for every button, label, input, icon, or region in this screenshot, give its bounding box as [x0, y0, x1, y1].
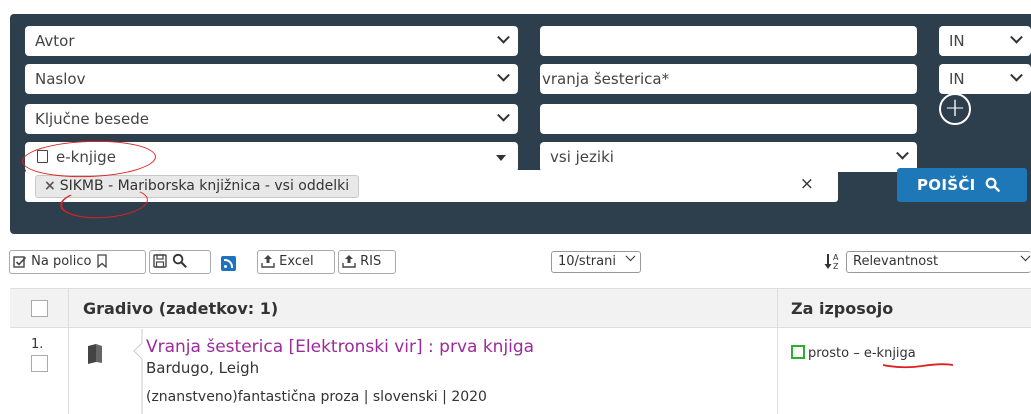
add-row-button[interactable]: +: [939, 93, 971, 125]
upload-icon: [342, 255, 356, 268]
author-name[interactable]: Bardugo, Leigh: [146, 359, 259, 377]
search-icon: [172, 253, 187, 268]
sort-value: Relevantnost: [853, 254, 939, 269]
search-term-input-3[interactable]: [540, 104, 917, 134]
availability-separator: –: [849, 346, 864, 361]
per-page-select[interactable]: 10/strani: [551, 251, 641, 273]
results-table-header: Gradivo (zadetkov: 1) Za izposojo: [10, 288, 1031, 329]
language-select[interactable]: vsi jeziki: [540, 142, 917, 172]
availability-status[interactable]: prosto – e-knjiga: [791, 345, 916, 361]
chevron-down-icon: [1020, 251, 1031, 262]
sort-icon: AZ: [824, 253, 839, 271]
chevron-down-icon: [497, 30, 510, 44]
column-divider: [68, 329, 69, 414]
row-select-checkbox[interactable]: [31, 355, 48, 372]
row-divider-notch: [133, 329, 143, 414]
clear-filter-button[interactable]: ×: [800, 174, 814, 194]
per-page-value: 10/strani: [558, 254, 616, 269]
export-ris-button[interactable]: RIS: [338, 250, 396, 274]
operator-select-2[interactable]: IN: [939, 64, 1031, 94]
upload-icon: [261, 255, 275, 268]
annotation-underline: [882, 363, 954, 369]
column-header-material: Gradivo (zadetkov: 1): [83, 299, 279, 318]
results-toolbar: Na polico Excel RIS 10/strani AZ Relevan…: [0, 250, 1031, 276]
save-icon: [153, 254, 167, 268]
availability-type: e-knjiga: [863, 346, 916, 361]
chevron-down-icon: [625, 251, 636, 262]
export-ris-label: RIS: [360, 254, 382, 269]
availability-label: prosto: [808, 346, 850, 361]
tag-remove-button[interactable]: ×: [44, 178, 56, 194]
field-select-2-value: Naslov: [35, 70, 86, 88]
edit-check-icon: [13, 256, 27, 268]
book-icon: [88, 344, 102, 364]
chevron-down-icon: [497, 108, 510, 122]
search-term-input-1[interactable]: [540, 26, 917, 56]
sort-select[interactable]: Relevantnost: [846, 251, 1031, 273]
row-number: 1.: [31, 337, 44, 352]
field-select-1[interactable]: Avtor: [25, 26, 518, 56]
field-select-2[interactable]: Naslov: [25, 64, 518, 94]
bookmark-icon: [96, 254, 107, 269]
field-select-1-value: Avtor: [35, 32, 75, 50]
column-header-loan: Za izposojo: [791, 299, 894, 318]
save-search-button[interactable]: [149, 250, 211, 274]
search-button[interactable]: POIŠČI: [897, 168, 1027, 202]
search-icon: [985, 177, 1000, 192]
item-metadata: (znanstveno)fantastična proza | slovensk…: [146, 389, 487, 405]
search-term-input-2[interactable]: vranja šesterica*: [540, 64, 917, 94]
column-divider: [777, 289, 778, 329]
chevron-down-icon: [1010, 68, 1023, 82]
available-indicator: [791, 345, 805, 359]
language-value: vsi jeziki: [550, 148, 614, 166]
column-divider: [68, 289, 69, 329]
field-select-3-value: Ključne besede: [35, 110, 149, 128]
chevron-down-icon: [497, 68, 510, 82]
add-to-shelf-button[interactable]: Na polico: [9, 250, 146, 274]
column-divider: [777, 329, 778, 414]
caret-down-icon: [496, 155, 506, 161]
select-all-checkbox[interactable]: [31, 300, 48, 317]
operator-select-1-value: IN: [949, 32, 965, 50]
search-button-label: POIŠČI: [917, 176, 976, 194]
rss-icon[interactable]: [221, 256, 236, 271]
svg-text:A: A: [833, 253, 839, 262]
chevron-down-icon: [896, 146, 909, 160]
add-to-shelf-label: Na polico: [31, 254, 92, 269]
export-excel-label: Excel: [279, 254, 314, 269]
chevron-down-icon: [1010, 30, 1023, 44]
title-link[interactable]: Vranja šesterica [Elektronski vir] : prv…: [146, 337, 534, 357]
table-row: 1. Vranja šesterica [Elektronski vir] : …: [10, 329, 1031, 414]
field-select-3[interactable]: Ključne besede: [25, 104, 518, 134]
operator-select-2-value: IN: [949, 70, 965, 88]
operator-select-1[interactable]: IN: [939, 26, 1031, 56]
export-excel-button[interactable]: Excel: [257, 250, 335, 274]
svg-text:Z: Z: [833, 262, 839, 271]
